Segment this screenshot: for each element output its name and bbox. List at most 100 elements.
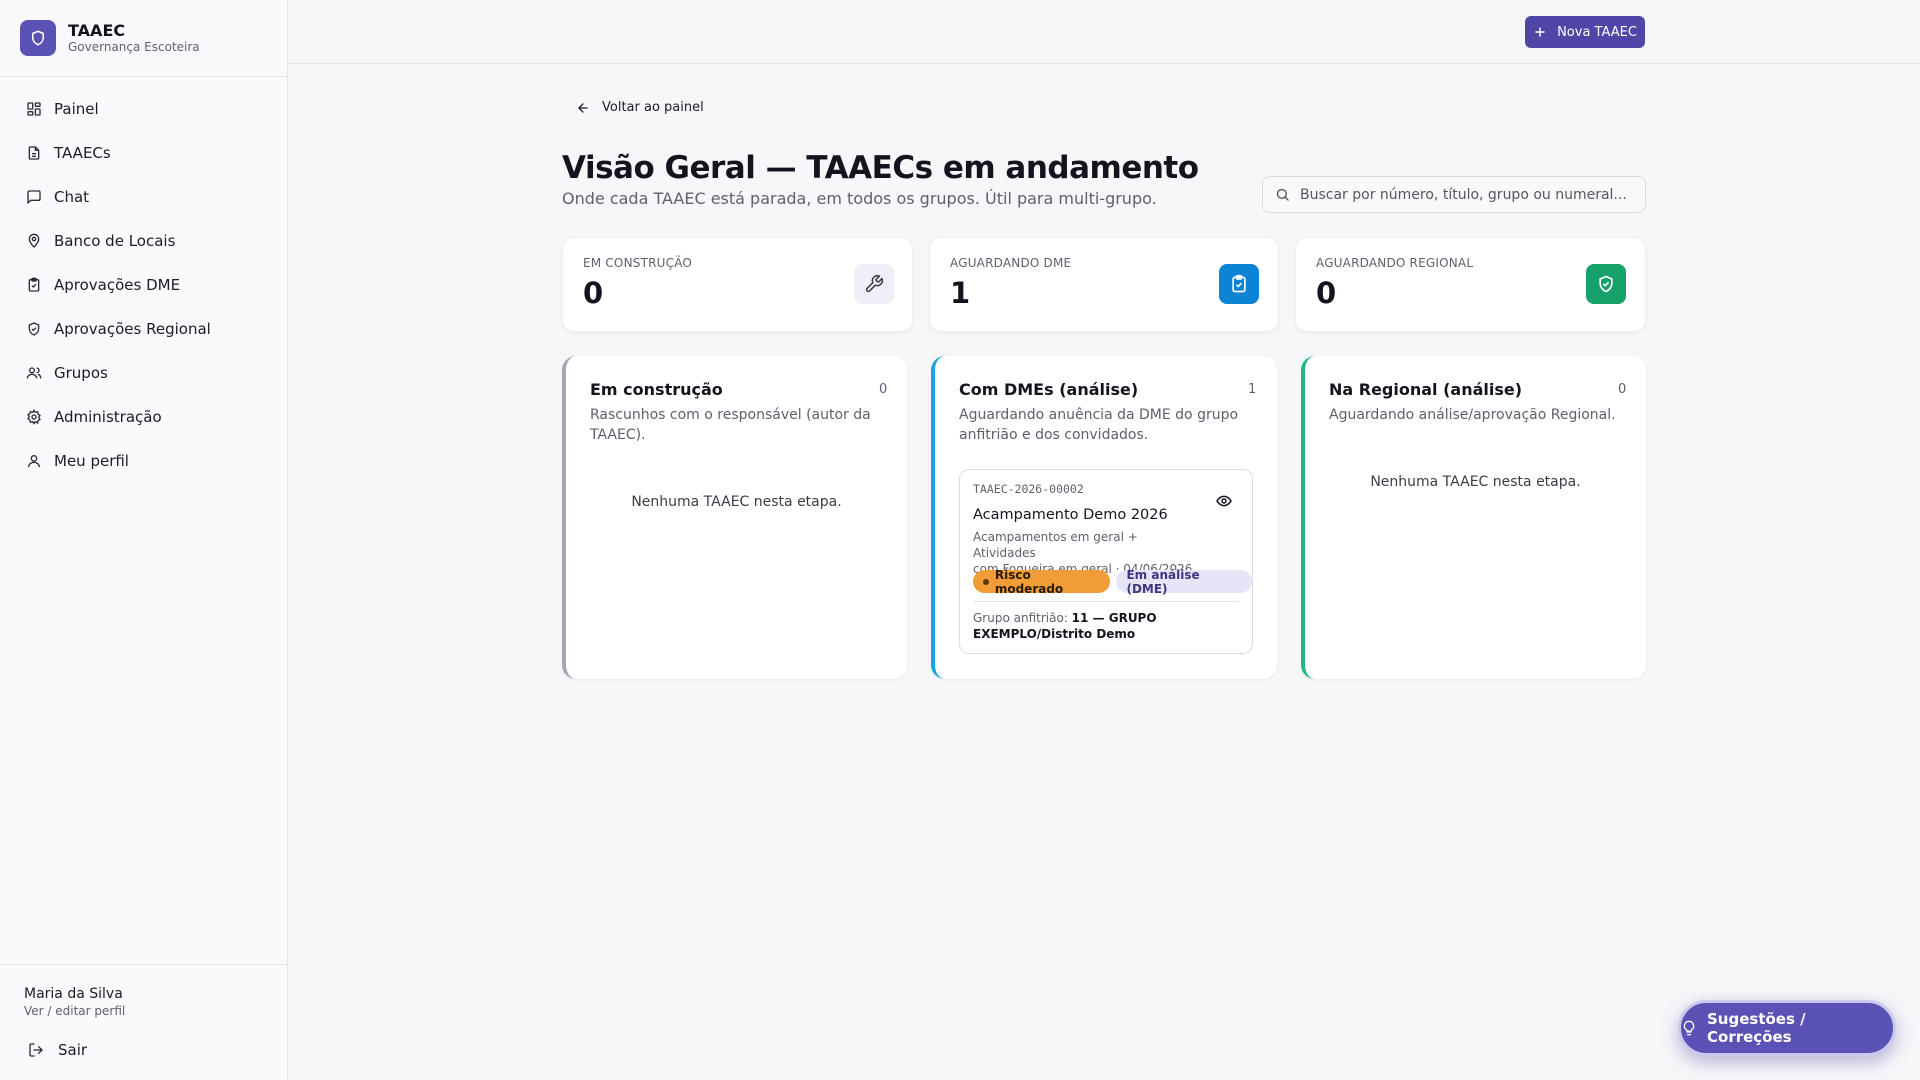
brand[interactable]: TAAEC Governança Escoteira: [0, 0, 287, 77]
column-title: Na Regional (análise): [1329, 380, 1523, 399]
sidebar-item-label: Aprovações Regional: [54, 320, 211, 338]
column-count: 1: [1248, 382, 1257, 397]
back-to-dashboard-link[interactable]: Voltar ao painel: [576, 100, 704, 115]
sidebar-item-label: TAAECs: [54, 144, 111, 162]
stat-label: AGUARDANDO REGIONAL: [1316, 256, 1474, 270]
stat-value: 0: [583, 276, 604, 310]
suggestions-label: Sugestões / Correções: [1707, 1010, 1806, 1046]
wrench-icon: [854, 264, 894, 304]
column-title: Com DMEs (análise): [959, 380, 1139, 399]
page-title: Visão Geral — TAAECs em andamento: [562, 150, 1199, 186]
edit-profile-link[interactable]: Ver / editar perfil: [24, 1003, 264, 1019]
suggestions-button[interactable]: Sugestões / Correções: [1678, 1000, 1896, 1056]
divider: [973, 601, 1239, 602]
stat-card-aguardando-regional: AGUARDANDO REGIONAL 0: [1295, 237, 1646, 332]
stat-value: 0: [1316, 276, 1337, 310]
lightbulb-icon: [1681, 1020, 1697, 1036]
column-title: Em construção: [590, 380, 723, 399]
new-taaec-label: Nova TAAEC: [1557, 24, 1637, 40]
description-line: anfitrião e dos convidados.: [959, 427, 1149, 443]
sidebar-item-label: Aprovações DME: [54, 276, 181, 294]
stat-value: 1: [950, 276, 971, 310]
logout-button[interactable]: Sair: [28, 1041, 264, 1059]
host-group: Grupo anfitrião: 11 — GRUPO EXEMPLO/Dist…: [973, 610, 1213, 642]
sidebar: TAAEC Governança Escoteira Painel TAAECs…: [0, 0, 288, 1080]
empty-state: Nenhuma TAAEC nesta etapa.: [631, 494, 842, 510]
sidebar-item-label: Administração: [54, 408, 162, 426]
host-value: EXEMPLO/Distrito Demo: [973, 627, 1136, 641]
eye-icon[interactable]: [1216, 493, 1232, 509]
new-taaec-button[interactable]: Nova TAAEC: [1525, 16, 1645, 48]
users-icon: [26, 365, 42, 381]
dot-icon: [983, 578, 989, 585]
empty-state: Nenhuma TAAEC nesta etapa.: [1370, 474, 1581, 490]
column-description: Aguardando anuência da DME do grupo anfi…: [959, 405, 1238, 445]
topbar: Nova TAAEC: [288, 0, 1920, 64]
column-na-regional: Na Regional (análise) 0 Aguardando análi…: [1301, 356, 1646, 679]
sidebar-item-aprovacoes-regional[interactable]: Aprovações Regional: [8, 307, 279, 351]
user-icon: [26, 453, 42, 469]
sidebar-item-taaecs[interactable]: TAAECs: [8, 131, 279, 175]
description-line: Aguardando análise/aprovação Regional.: [1329, 407, 1616, 423]
sidebar-item-label: Chat: [54, 188, 90, 206]
gear-icon: [26, 409, 42, 425]
sidebar-item-aprovacoes-dme[interactable]: Aprovações DME: [8, 263, 279, 307]
description-line: TAAEC).: [590, 427, 646, 443]
sidebar-footer: Maria da Silva Ver / editar perfil Sair: [0, 964, 288, 1080]
dashboard-icon: [26, 101, 42, 117]
arrow-left-icon: [576, 101, 590, 115]
page-subtitle: Onde cada TAAEC está parada, em todos os…: [562, 189, 1157, 208]
sidebar-item-label: Banco de Locais: [54, 232, 176, 250]
sidebar-item-administracao[interactable]: Administração: [8, 395, 279, 439]
stat-label: AGUARDANDO DME: [950, 256, 1072, 270]
sidebar-item-label: Meu perfil: [54, 452, 129, 470]
shield-check-icon: [26, 321, 42, 337]
stat-card-aguardando-dme: AGUARDANDO DME 1: [929, 237, 1279, 332]
sidebar-item-chat[interactable]: Chat: [8, 175, 279, 219]
stat-label: EM CONSTRUÇÃO: [583, 256, 693, 270]
search-input[interactable]: [1300, 186, 1630, 203]
risk-badge-label: Risco moderado: [994, 567, 1064, 596]
status-badge: Em análise (DME): [1116, 568, 1252, 596]
meta-line: Acampamentos em geral + Atividades: [973, 530, 1138, 560]
clipboard-check-icon: [26, 277, 42, 293]
taaec-code: TAAEC-2026-00002: [973, 482, 1084, 496]
column-count: 0: [879, 382, 888, 397]
column-description: Rascunhos com o responsável (autor da TA…: [590, 405, 871, 445]
description-line: Aguardando anuência da DME do grupo: [959, 407, 1239, 423]
brand-name: TAAEC: [68, 20, 126, 40]
clipboard-check-icon: [1219, 264, 1259, 304]
column-description: Aguardando análise/aprovação Regional.: [1329, 405, 1616, 425]
risk-badge: Risco moderado: [973, 567, 1111, 596]
logout-icon: [28, 1042, 44, 1058]
sidebar-nav: Painel TAAECs Chat Banco de Locais Aprov…: [0, 77, 287, 483]
sidebar-item-banco-de-locais[interactable]: Banco de Locais: [8, 219, 279, 263]
search-icon: [1275, 187, 1290, 202]
chat-icon: [26, 189, 42, 205]
host-label: Grupo anfitrião:: [973, 611, 1068, 625]
stat-card-em-construcao: EM CONSTRUÇÃO 0: [562, 237, 913, 332]
badges: Risco moderado Em análise (DME): [973, 567, 1252, 596]
shield-icon: [20, 20, 56, 56]
sidebar-item-label: Grupos: [54, 364, 108, 382]
map-pin-icon: [26, 233, 42, 249]
column-count: 0: [1618, 382, 1627, 397]
taaec-card[interactable]: TAAEC-2026-00002 Acampamento Demo 2026 A…: [959, 469, 1253, 654]
back-label: Voltar ao painel: [602, 100, 704, 115]
column-em-construcao: Em construção 0 Rascunhos com o responsá…: [562, 356, 907, 679]
shield-check-icon: [1586, 264, 1626, 304]
user-name: Maria da Silva: [24, 986, 123, 1002]
brand-subtitle: Governança Escoteira: [68, 39, 200, 54]
sidebar-item-label: Painel: [54, 100, 99, 118]
sidebar-item-meu-perfil[interactable]: Meu perfil: [8, 439, 279, 483]
sidebar-item-painel[interactable]: Painel: [8, 87, 279, 131]
description-line: Rascunhos com o responsável (autor da: [590, 407, 871, 423]
sidebar-item-grupos[interactable]: Grupos: [8, 351, 279, 395]
host-value: 11 — GRUPO: [1071, 611, 1157, 625]
column-com-dmes: Com DMEs (análise) 1 Aguardando anuência…: [931, 356, 1277, 679]
plus-icon: [1533, 25, 1547, 39]
search-box: [1262, 176, 1646, 213]
taaec-title: Acampamento Demo 2026: [973, 507, 1168, 523]
logout-label: Sair: [58, 1041, 88, 1059]
document-icon: [26, 145, 42, 161]
